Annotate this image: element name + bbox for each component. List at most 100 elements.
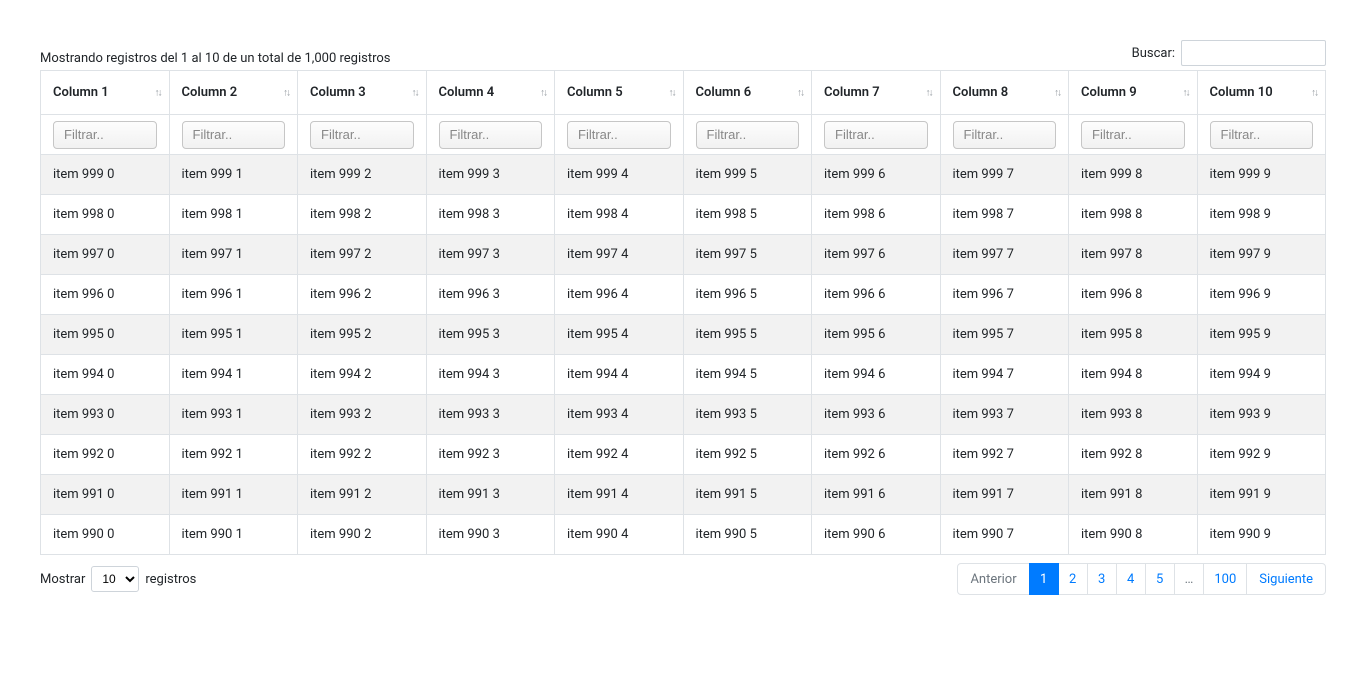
column-filter-input[interactable] [567, 121, 671, 149]
table-cell: item 991 1 [169, 475, 298, 515]
pagination-page[interactable]: 3 [1087, 563, 1117, 595]
column-filter-input[interactable] [439, 121, 543, 149]
pagination: Anterior12345…100Siguiente [958, 563, 1326, 595]
sort-icon: ↑↓ [283, 87, 289, 98]
sort-icon: ↑↓ [797, 87, 803, 98]
table-cell: item 997 7 [940, 235, 1069, 275]
table-cell: item 996 0 [41, 275, 170, 315]
table-cell: item 999 1 [169, 155, 298, 195]
length-prefix: Mostrar [40, 572, 85, 587]
filter-cell [940, 115, 1069, 155]
filter-cell [41, 115, 170, 155]
column-header-label: Column 3 [310, 85, 366, 100]
pagination-next[interactable]: Siguiente [1246, 563, 1326, 595]
table-cell: item 995 5 [683, 315, 812, 355]
sort-icon: ↑↓ [669, 87, 675, 98]
table-cell: item 998 4 [555, 195, 684, 235]
column-header[interactable]: Column 5↑↓ [555, 71, 684, 115]
table-cell: item 996 3 [426, 275, 555, 315]
table-cell: item 993 9 [1197, 395, 1326, 435]
column-header[interactable]: Column 1↑↓ [41, 71, 170, 115]
table-cell: item 998 0 [41, 195, 170, 235]
table-cell: item 993 6 [812, 395, 941, 435]
table-cell: item 994 3 [426, 355, 555, 395]
table-cell: item 997 8 [1069, 235, 1198, 275]
table-cell: item 996 7 [940, 275, 1069, 315]
table-cell: item 995 9 [1197, 315, 1326, 355]
table-cell: item 999 8 [1069, 155, 1198, 195]
search-input[interactable] [1181, 40, 1326, 66]
table-cell: item 994 4 [555, 355, 684, 395]
table-row: item 996 0item 996 1item 996 2item 996 3… [41, 275, 1326, 315]
pagination-page[interactable]: 1 [1029, 563, 1059, 595]
table-cell: item 995 2 [298, 315, 427, 355]
search-group: Buscar: [1132, 40, 1326, 66]
table-cell: item 990 8 [1069, 515, 1198, 555]
column-filter-input[interactable] [824, 121, 928, 149]
table-cell: item 998 1 [169, 195, 298, 235]
table-cell: item 994 8 [1069, 355, 1198, 395]
column-header[interactable]: Column 7↑↓ [812, 71, 941, 115]
table-cell: item 998 3 [426, 195, 555, 235]
column-header[interactable]: Column 9↑↓ [1069, 71, 1198, 115]
table-cell: item 992 6 [812, 435, 941, 475]
table-cell: item 997 6 [812, 235, 941, 275]
table-cell: item 991 4 [555, 475, 684, 515]
table-cell: item 992 2 [298, 435, 427, 475]
column-filter-input[interactable] [1081, 121, 1185, 149]
column-header-label: Column 6 [696, 85, 752, 100]
table-cell: item 990 5 [683, 515, 812, 555]
column-header-label: Column 8 [953, 85, 1009, 100]
table-cell: item 995 3 [426, 315, 555, 355]
column-header-label: Column 4 [439, 85, 495, 100]
table-row: item 997 0item 997 1item 997 2item 997 3… [41, 235, 1326, 275]
column-filter-input[interactable] [53, 121, 157, 149]
pagination-page[interactable]: 100 [1203, 563, 1247, 595]
length-group: Mostrar 10 registros [40, 566, 196, 592]
pagination-prev[interactable]: Anterior [957, 563, 1029, 595]
table-cell: item 996 5 [683, 275, 812, 315]
column-header[interactable]: Column 2↑↓ [169, 71, 298, 115]
column-header[interactable]: Column 8 ↑↓ [940, 71, 1069, 115]
table-cell: item 996 4 [555, 275, 684, 315]
table-cell: item 994 5 [683, 355, 812, 395]
table-cell: item 992 4 [555, 435, 684, 475]
table-cell: item 997 1 [169, 235, 298, 275]
column-filter-input[interactable] [953, 121, 1057, 149]
sort-icon: ↑↓ [926, 87, 932, 98]
column-filter-input[interactable] [182, 121, 286, 149]
column-header-label: Column 9 [1081, 85, 1137, 100]
table-cell: item 999 6 [812, 155, 941, 195]
sort-icon: ↑↓ [1054, 87, 1060, 98]
column-header[interactable]: Column 6 ↑↓ [683, 71, 812, 115]
column-filter-input[interactable] [1210, 121, 1314, 149]
table-cell: item 999 2 [298, 155, 427, 195]
table-cell: item 995 0 [41, 315, 170, 355]
table-cell: item 990 4 [555, 515, 684, 555]
table-cell: item 994 1 [169, 355, 298, 395]
filter-cell [169, 115, 298, 155]
table-cell: item 990 9 [1197, 515, 1326, 555]
table-scroll[interactable]: Column 1↑↓Column 2↑↓Column 3↑↓Column 4↑↓… [40, 70, 1326, 555]
data-table: Column 1↑↓Column 2↑↓Column 3↑↓Column 4↑↓… [40, 70, 1326, 555]
pagination-page[interactable]: 2 [1058, 563, 1088, 595]
column-header[interactable]: Column 3↑↓ [298, 71, 427, 115]
column-header[interactable]: Column 10↑↓ [1197, 71, 1326, 115]
table-cell: item 997 0 [41, 235, 170, 275]
table-cell: item 993 3 [426, 395, 555, 435]
column-filter-input[interactable] [696, 121, 800, 149]
page-length-select[interactable]: 10 [91, 566, 139, 592]
table-cell: item 998 2 [298, 195, 427, 235]
table-cell: item 993 7 [940, 395, 1069, 435]
pagination-page[interactable]: 5 [1145, 563, 1175, 595]
pagination-page[interactable]: 4 [1116, 563, 1146, 595]
records-info: Mostrando registros del 1 al 10 de un to… [40, 51, 391, 66]
table-cell: item 997 4 [555, 235, 684, 275]
column-filter-input[interactable] [310, 121, 414, 149]
table-cell: item 994 2 [298, 355, 427, 395]
table-cell: item 992 0 [41, 435, 170, 475]
filter-cell [298, 115, 427, 155]
table-cell: item 994 6 [812, 355, 941, 395]
table-cell: item 993 4 [555, 395, 684, 435]
column-header[interactable]: Column 4↑↓ [426, 71, 555, 115]
